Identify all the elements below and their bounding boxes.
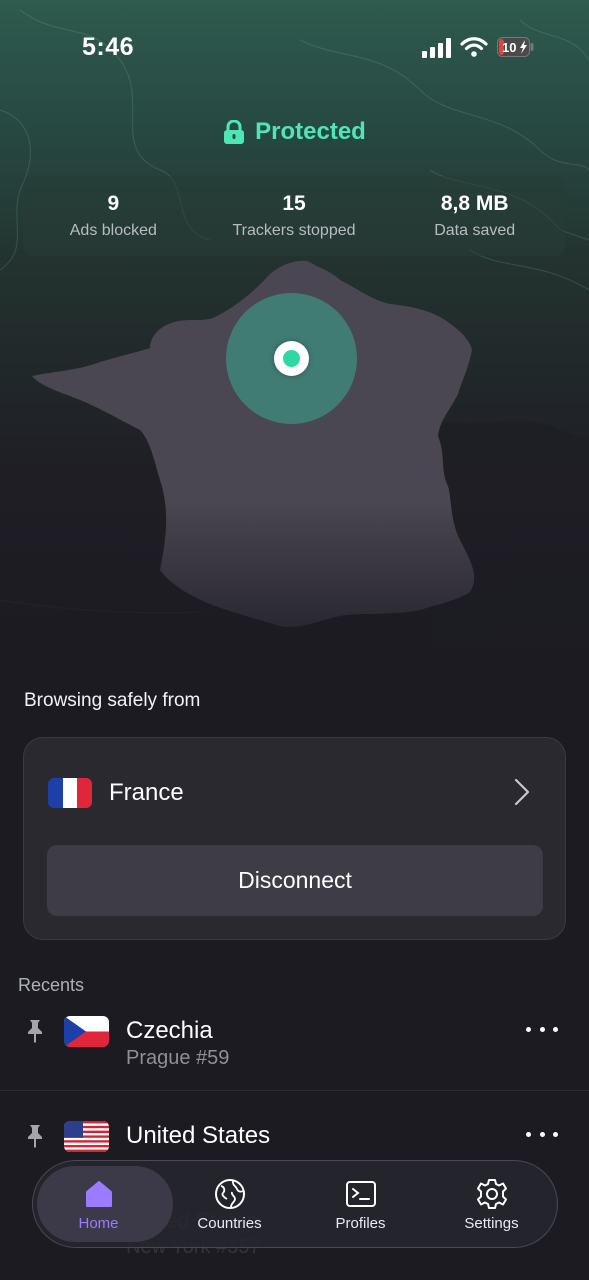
more-options-icon[interactable] <box>526 1128 558 1140</box>
stat-data-saved: 8,8 MB Data saved <box>384 176 565 256</box>
cellular-signal-icon <box>422 38 451 58</box>
battery-icon: 10 <box>497 37 534 57</box>
stat-value: 15 <box>282 192 306 215</box>
tab-label: Home <box>78 1214 119 1232</box>
tab-label: Profiles <box>335 1214 386 1232</box>
globe-icon <box>214 1178 245 1209</box>
stat-label: Ads blocked <box>69 222 157 239</box>
tab-settings[interactable]: Settings <box>426 1161 557 1247</box>
stat-value: 9 <box>107 192 120 215</box>
protection-stats: 9 Ads blocked 15 Trackers stopped 8,8 MB… <box>23 176 565 256</box>
recent-item-czechia[interactable]: Czechia Prague #59 <box>0 1005 589 1091</box>
status-bar: 5:46 10 <box>0 0 589 90</box>
stat-label: Data saved <box>434 222 516 239</box>
tab-countries[interactable]: Countries <box>164 1161 295 1247</box>
location-pin-icon[interactable] <box>274 341 309 376</box>
terminal-icon <box>345 1180 376 1207</box>
lock-icon <box>224 120 245 144</box>
tab-label: Countries <box>197 1214 262 1232</box>
recents-title: Recents <box>18 975 85 995</box>
status-time: 5:46 <box>82 33 135 61</box>
status-label: Protected <box>255 118 366 145</box>
disconnect-button[interactable]: Disconnect <box>47 845 543 916</box>
current-country[interactable]: France <box>109 779 184 807</box>
bottom-tab-bar: Home Countries Profiles Settings <box>32 1160 558 1248</box>
recent-country: Czechia <box>126 1017 213 1044</box>
pin-dot <box>283 350 300 367</box>
wifi-icon <box>460 37 488 57</box>
current-connection-card: France Disconnect <box>23 737 566 940</box>
stat-label: Trackers stopped <box>232 222 356 239</box>
tab-label: Settings <box>464 1214 519 1232</box>
chevron-right-icon[interactable] <box>514 778 530 806</box>
recent-server: Prague #59 <box>126 1047 230 1069</box>
flag-united-states-icon <box>64 1121 109 1152</box>
more-options-icon[interactable] <box>526 1023 558 1035</box>
home-icon <box>85 1180 112 1207</box>
recent-country: United States <box>126 1122 271 1149</box>
stat-value: 8,8 MB <box>440 192 509 215</box>
home-screen: 5:46 10 Protected 9 Ads blocked 15 Track… <box>0 0 589 1280</box>
battery-level: 10 <box>502 40 516 55</box>
tab-home[interactable]: Home <box>33 1161 173 1247</box>
browsing-heading: Browsing safely from <box>24 690 201 711</box>
pin-icon[interactable] <box>25 1019 45 1043</box>
stat-trackers-stopped: 15 Trackers stopped <box>204 176 385 256</box>
connection-status: Protected <box>0 118 589 146</box>
gear-icon <box>476 1178 507 1209</box>
tab-profiles[interactable]: Profiles <box>295 1161 426 1247</box>
flag-france-icon <box>48 778 92 808</box>
pin-icon[interactable] <box>25 1124 45 1148</box>
stat-ads-blocked: 9 Ads blocked <box>23 176 204 256</box>
flag-czechia-icon <box>64 1016 109 1047</box>
